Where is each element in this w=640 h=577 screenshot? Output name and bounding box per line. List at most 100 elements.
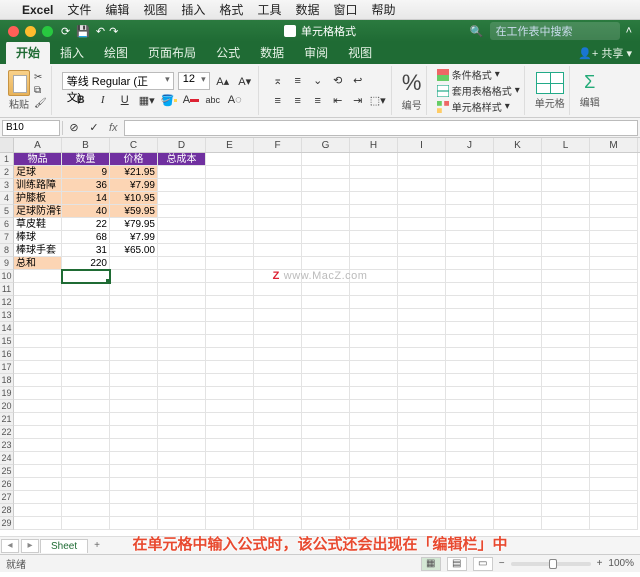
row-header[interactable]: 27 — [0, 491, 14, 504]
align-middle-icon[interactable]: ≡ — [289, 72, 307, 90]
cell[interactable] — [590, 335, 638, 348]
cell[interactable] — [14, 322, 62, 335]
cell[interactable] — [350, 465, 398, 478]
row-header[interactable]: 17 — [0, 361, 14, 374]
cell[interactable] — [446, 192, 494, 205]
cell[interactable] — [158, 244, 206, 257]
cell[interactable] — [350, 400, 398, 413]
cell[interactable] — [350, 296, 398, 309]
cell[interactable] — [590, 491, 638, 504]
align-bottom-icon[interactable]: ⌄ — [309, 72, 327, 90]
menu-insert[interactable]: 插入 — [181, 1, 205, 18]
cell[interactable] — [542, 452, 590, 465]
cell[interactable] — [494, 309, 542, 322]
menu-help[interactable]: 帮助 — [371, 1, 395, 18]
cell[interactable] — [350, 192, 398, 205]
cell[interactable] — [398, 452, 446, 465]
font-color-button[interactable]: A — [182, 91, 200, 109]
cell[interactable] — [254, 244, 302, 257]
cell-price[interactable]: ¥65.00 — [110, 244, 158, 257]
cell[interactable] — [62, 309, 110, 322]
cell[interactable] — [254, 491, 302, 504]
menu-edit[interactable]: 编辑 — [105, 1, 129, 18]
cell[interactable] — [446, 309, 494, 322]
cell[interactable] — [590, 374, 638, 387]
cell[interactable] — [254, 205, 302, 218]
row-header[interactable]: 15 — [0, 335, 14, 348]
table-format-button[interactable]: 套用表格格式 ▾ — [437, 83, 520, 98]
cell[interactable] — [542, 218, 590, 231]
cell[interactable] — [302, 452, 350, 465]
col-E[interactable]: E — [206, 138, 254, 152]
cell-total-label[interactable]: 总和 — [14, 257, 62, 270]
cell-qty[interactable]: 14 — [62, 192, 110, 205]
cell[interactable] — [398, 374, 446, 387]
menu-view[interactable]: 视图 — [143, 1, 167, 18]
cell[interactable] — [542, 296, 590, 309]
cell[interactable] — [302, 413, 350, 426]
cell[interactable] — [590, 452, 638, 465]
header-price[interactable]: 价格 — [110, 153, 158, 166]
cell[interactable] — [14, 478, 62, 491]
underline-button[interactable]: U — [116, 91, 134, 109]
clear-format-button[interactable]: A◌ — [226, 91, 244, 109]
formula-input[interactable] — [124, 120, 638, 136]
cell[interactable] — [254, 257, 302, 270]
cell[interactable] — [590, 465, 638, 478]
cell[interactable] — [590, 192, 638, 205]
page-layout-view-icon[interactable]: ▤ — [447, 557, 467, 571]
cell[interactable] — [398, 153, 446, 166]
cell[interactable] — [446, 504, 494, 517]
close-icon[interactable] — [8, 26, 19, 37]
col-L[interactable]: L — [542, 138, 590, 152]
cell[interactable] — [254, 231, 302, 244]
cell[interactable] — [302, 244, 350, 257]
cell[interactable] — [206, 205, 254, 218]
cells-icon[interactable] — [536, 72, 564, 94]
cell[interactable] — [302, 335, 350, 348]
cell[interactable] — [206, 296, 254, 309]
col-K[interactable]: K — [494, 138, 542, 152]
cell[interactable] — [206, 283, 254, 296]
cell[interactable] — [158, 322, 206, 335]
cell[interactable] — [62, 478, 110, 491]
cell[interactable] — [14, 309, 62, 322]
row-header[interactable]: 23 — [0, 439, 14, 452]
cell[interactable] — [446, 452, 494, 465]
cell-price[interactable]: ¥10.95 — [110, 192, 158, 205]
menu-window[interactable]: 窗口 — [333, 1, 357, 18]
cell[interactable] — [110, 504, 158, 517]
cell[interactable] — [590, 270, 638, 283]
cell[interactable] — [158, 179, 206, 192]
cell[interactable] — [350, 283, 398, 296]
cell[interactable] — [158, 231, 206, 244]
cell[interactable] — [302, 348, 350, 361]
border-button[interactable]: ▦▾ — [138, 91, 156, 109]
header-item[interactable]: 物品 — [14, 153, 62, 166]
cell[interactable] — [158, 309, 206, 322]
wrap-text-icon[interactable]: ↩ — [349, 72, 367, 90]
cell[interactable] — [494, 244, 542, 257]
cell[interactable] — [398, 335, 446, 348]
cell[interactable] — [446, 400, 494, 413]
cell[interactable] — [62, 465, 110, 478]
cell[interactable] — [158, 478, 206, 491]
cell[interactable] — [494, 179, 542, 192]
cell[interactable] — [110, 478, 158, 491]
cell[interactable] — [350, 322, 398, 335]
cell[interactable] — [302, 322, 350, 335]
cell[interactable] — [254, 218, 302, 231]
cell[interactable] — [446, 231, 494, 244]
cell[interactable] — [110, 465, 158, 478]
cell[interactable] — [494, 270, 542, 283]
cell[interactable] — [590, 387, 638, 400]
tab-draw[interactable]: 绘图 — [94, 41, 138, 64]
cell[interactable] — [254, 465, 302, 478]
row-header[interactable]: 18 — [0, 374, 14, 387]
cell[interactable] — [206, 387, 254, 400]
cell[interactable] — [350, 439, 398, 452]
cell[interactable] — [254, 426, 302, 439]
cell[interactable] — [158, 270, 206, 283]
cell[interactable] — [302, 218, 350, 231]
cell[interactable] — [206, 452, 254, 465]
